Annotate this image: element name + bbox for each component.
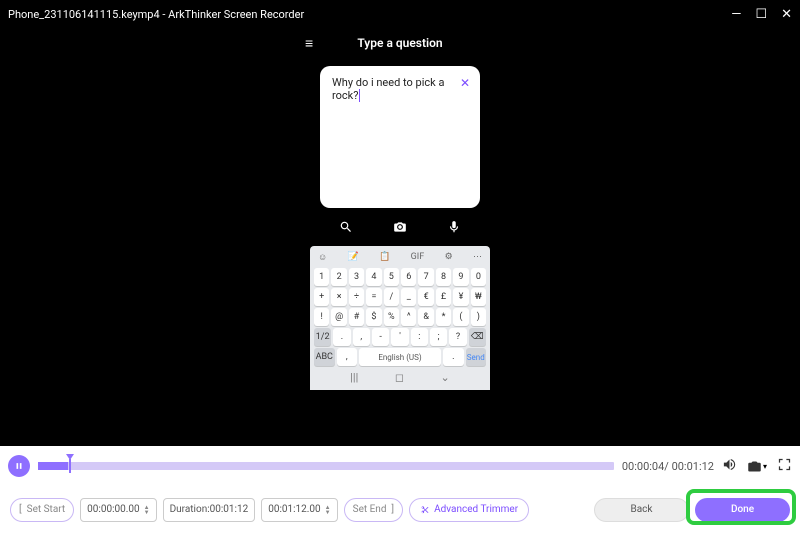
kb-key[interactable]: ¥ (453, 288, 468, 306)
volume-icon[interactable] (722, 457, 737, 476)
title-app: ArkThinker Screen Recorder (168, 8, 304, 21)
kb-key[interactable]: & (418, 308, 433, 326)
kb-sticker-icon[interactable]: 📝 (348, 252, 359, 263)
duration-field[interactable]: Duration:00:01:12 (163, 498, 256, 522)
kb-key[interactable]: × (331, 288, 346, 306)
kb-key[interactable]: 2 (331, 268, 346, 286)
hamburger-icon[interactable]: ≡ (305, 35, 313, 52)
clear-input-icon[interactable]: ✕ (460, 76, 470, 90)
kb-emoji-icon[interactable]: ☺ (318, 252, 327, 263)
kb-key[interactable]: ? (449, 328, 466, 346)
kb-key[interactable]: ' (391, 328, 408, 346)
kb-key[interactable]: 3 (349, 268, 364, 286)
kb-key[interactable]: ( (453, 308, 468, 326)
kb-key[interactable]: 1 (314, 268, 329, 286)
set-end-button[interactable]: Set End ] (344, 498, 403, 522)
kb-key[interactable]: 0 (471, 268, 486, 286)
kb-period-key[interactable]: . (443, 348, 464, 366)
kb-key[interactable]: ) (471, 308, 486, 326)
kb-key[interactable]: ^ (401, 308, 416, 326)
kb-key[interactable]: 4 (366, 268, 381, 286)
kb-key[interactable]: : (411, 328, 428, 346)
kb-key[interactable]: ! (314, 308, 329, 326)
kb-key[interactable]: _ (401, 288, 416, 306)
kb-key[interactable]: ⌫ (469, 328, 486, 346)
question-text[interactable]: Why do i need to pick a rock? (332, 76, 444, 102)
kb-key[interactable]: = (366, 288, 381, 306)
kb-send-key[interactable]: Send (466, 348, 487, 366)
kb-key[interactable]: £ (436, 288, 451, 306)
minimize-button[interactable]: — (731, 7, 741, 22)
pause-button[interactable] (8, 455, 30, 477)
kb-key[interactable]: 5 (384, 268, 399, 286)
kb-key[interactable]: 9 (453, 268, 468, 286)
kb-key[interactable]: 6 (401, 268, 416, 286)
kb-key[interactable]: / (384, 288, 399, 306)
title-filename: Phone_231106141115.keymp4 (8, 8, 160, 21)
kb-key[interactable]: * (436, 308, 451, 326)
done-button[interactable]: Done (695, 498, 790, 522)
fullscreen-icon[interactable] (777, 457, 792, 476)
kb-abc-key[interactable]: ABC (314, 348, 335, 366)
advanced-trimmer-button[interactable]: Advanced Trimmer (409, 498, 529, 522)
kb-comma-key[interactable]: , (337, 348, 358, 366)
kb-gif-icon[interactable]: GIF (411, 252, 425, 263)
kb-space-key[interactable]: English (US) (359, 348, 441, 366)
kb-more-icon[interactable]: ⋯ (473, 252, 482, 263)
start-time-field[interactable]: 00:00:00.00▲▼ (80, 498, 156, 522)
kb-key[interactable]: - (372, 328, 389, 346)
kb-key[interactable]: 8 (436, 268, 451, 286)
chevron-down-icon[interactable]: ▾ (763, 462, 767, 471)
back-button[interactable]: Back (594, 498, 689, 522)
nav-back-icon[interactable]: ⌄ (440, 371, 449, 384)
camera-icon[interactable] (393, 220, 407, 238)
kb-key[interactable]: ; (430, 328, 447, 346)
kb-clipboard-icon[interactable]: 📋 (379, 252, 390, 263)
kb-settings-icon[interactable]: ⚙ (445, 252, 453, 263)
end-time-field[interactable]: 00:01:12.00▲▼ (261, 498, 337, 522)
time-display: 00:00:04/ 00:01:12 (622, 460, 714, 473)
mic-icon[interactable] (447, 220, 461, 238)
timeline-slider[interactable] (38, 458, 614, 474)
nav-recent-icon[interactable]: ||| (350, 371, 358, 384)
kb-key[interactable]: $ (366, 308, 381, 326)
kb-key[interactable]: @ (331, 308, 346, 326)
maximize-button[interactable]: ☐ (755, 7, 767, 22)
kb-key[interactable]: . (333, 328, 350, 346)
kb-key[interactable]: , (353, 328, 370, 346)
end-down-icon[interactable]: ▼ (325, 510, 331, 515)
kb-key[interactable]: € (418, 288, 433, 306)
start-down-icon[interactable]: ▼ (144, 510, 150, 515)
snapshot-button[interactable]: ▾ (747, 459, 767, 474)
phone-title: Type a question (357, 36, 442, 50)
kb-key[interactable]: % (384, 308, 399, 326)
keyboard-toolbar: ☺ 📝 📋 GIF ⚙ ⋯ (312, 248, 488, 267)
kb-key[interactable]: ₩ (471, 288, 486, 306)
kb-key[interactable]: + (314, 288, 329, 306)
timeline-handle[interactable] (66, 454, 71, 459)
nav-home-icon[interactable]: ◻ (395, 371, 404, 384)
kb-key[interactable]: ÷ (349, 288, 364, 306)
set-start-button[interactable]: [ Set Start (10, 498, 74, 522)
kb-key[interactable]: 7 (418, 268, 433, 286)
kb-key[interactable]: # (349, 308, 364, 326)
question-card: ✕ Why do i need to pick a rock? (320, 66, 480, 208)
close-button[interactable]: ✕ (781, 7, 792, 22)
keyboard: ☺ 📝 📋 GIF ⚙ ⋯ 1234567890 +×÷=/_€£¥₩!@#$%^… (310, 246, 490, 390)
preview-area: ≡ Type a question ✕ Why do i need to pic… (0, 28, 800, 446)
search-icon[interactable] (339, 220, 353, 238)
kb-key[interactable]: 1/2 (314, 328, 331, 346)
